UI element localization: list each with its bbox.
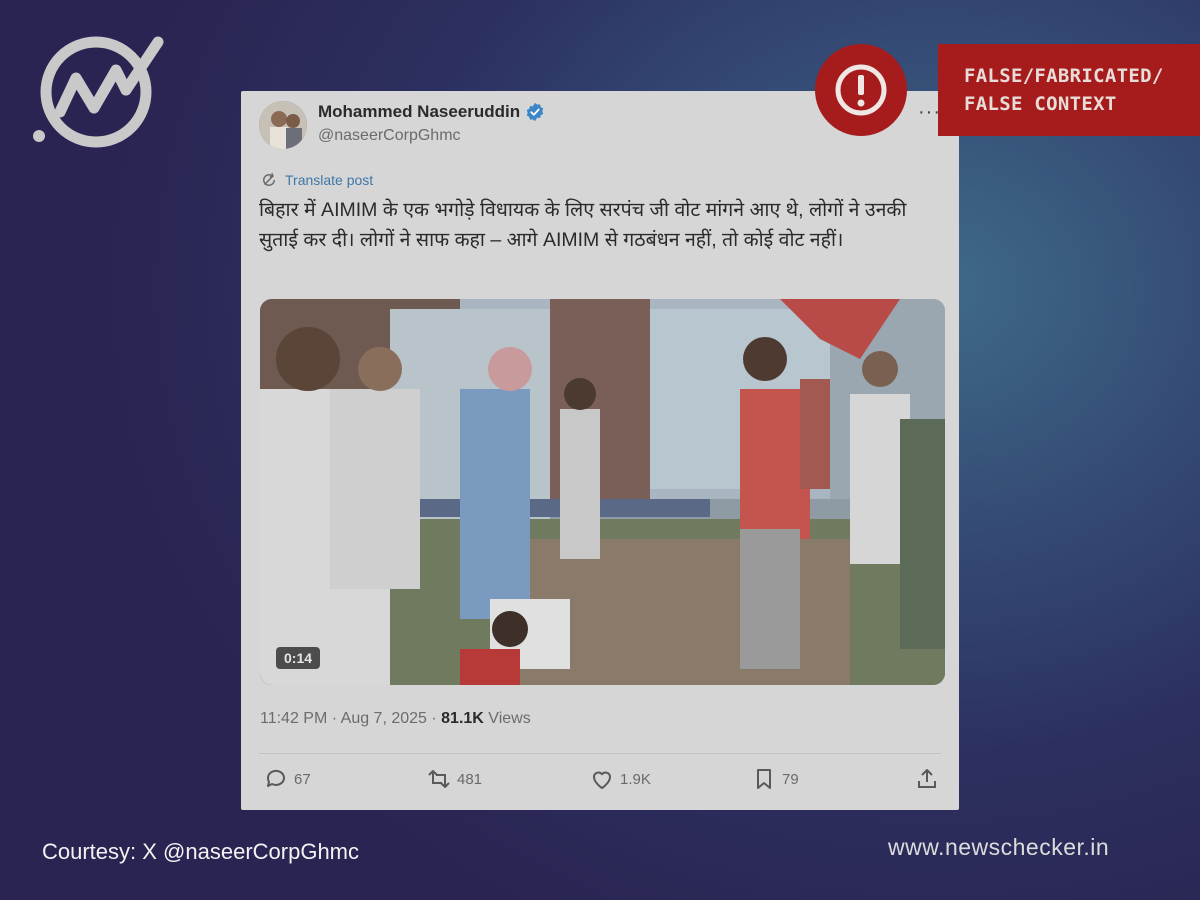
bookmark-button[interactable]: 79 bbox=[752, 767, 799, 791]
translate-icon bbox=[263, 173, 276, 186]
video-duration: 0:14 bbox=[276, 647, 321, 669]
reply-button[interactable]: 67 bbox=[264, 767, 311, 791]
translate-post-label: Translate post bbox=[285, 172, 374, 188]
verdict-text: FALSE/FABRICATED/ FALSE CONTEXT bbox=[964, 65, 1164, 115]
translate-post-link[interactable]: Translate post bbox=[260, 171, 373, 189]
author-handle[interactable]: @naseerCorpGhmc bbox=[318, 127, 461, 145]
repost-button[interactable]: 481 bbox=[427, 767, 482, 791]
newschecker-logo-icon bbox=[33, 36, 164, 148]
like-count: 1.9K bbox=[620, 770, 651, 788]
exclamation-icon bbox=[835, 64, 887, 116]
alert-badge bbox=[815, 44, 907, 136]
views-count: 81.1K bbox=[441, 710, 484, 727]
verified-badge-icon bbox=[526, 102, 544, 122]
repost-icon bbox=[428, 770, 450, 788]
courtesy-caption: Courtesy: X @naseerCorpGhmc bbox=[42, 839, 360, 864]
share-button[interactable] bbox=[915, 767, 939, 791]
reply-icon bbox=[266, 769, 285, 787]
reply-count: 67 bbox=[294, 770, 311, 788]
site-url[interactable]: www.newschecker.in bbox=[888, 834, 1109, 861]
bookmark-count: 79 bbox=[782, 770, 799, 788]
video-frame bbox=[260, 299, 945, 685]
tweet-date[interactable]: Aug 7, 2025 bbox=[341, 710, 427, 727]
author-name-text: Mohammed Naseeruddin bbox=[318, 102, 521, 121]
views-label: Views bbox=[483, 710, 531, 727]
tweet-metadata: 11:42 PM · Aug 7, 2025 · 81.1K Views bbox=[260, 710, 531, 728]
avatar[interactable] bbox=[259, 101, 307, 149]
share-icon bbox=[918, 769, 936, 788]
heart-icon bbox=[593, 771, 611, 789]
divider bbox=[259, 753, 941, 754]
like-button[interactable]: 1.9K bbox=[590, 767, 651, 791]
video-player[interactable]: 0:14 bbox=[260, 299, 945, 685]
author-name[interactable]: Mohammed Naseeruddin bbox=[318, 102, 545, 122]
tweet-card: Mohammed Naseeruddin @naseerCorpGhmc ···… bbox=[241, 91, 959, 810]
verdict-label: FALSE/FABRICATED/ FALSE CONTEXT bbox=[938, 44, 1200, 136]
bookmark-icon bbox=[757, 769, 771, 789]
tweet-actions: 67 481 1.9K 79 bbox=[260, 767, 941, 797]
tweet-time[interactable]: 11:42 PM bbox=[260, 710, 327, 727]
tweet-text: बिहार में AIMIM के एक भगोड़े विधायक के ल… bbox=[259, 199, 907, 251]
meta-separator-2: · bbox=[426, 710, 442, 727]
meta-separator: · bbox=[327, 710, 341, 727]
repost-count: 481 bbox=[457, 770, 483, 788]
